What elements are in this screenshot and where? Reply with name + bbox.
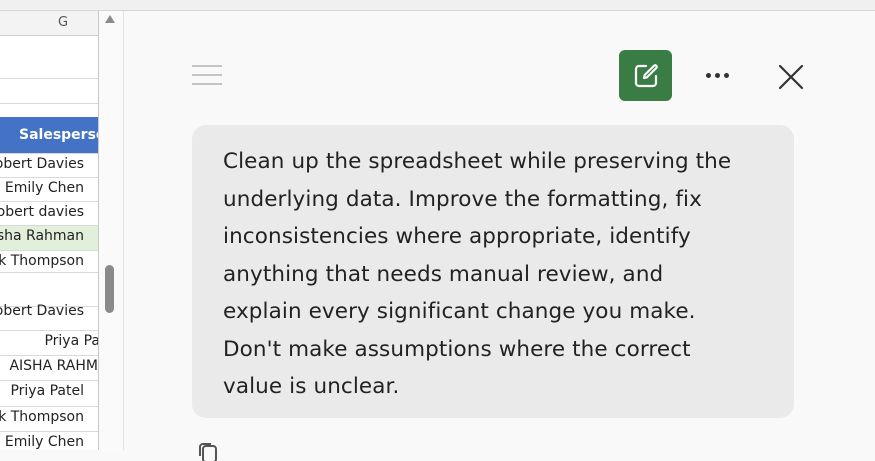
message-line: Don't make assumptions where the correct bbox=[223, 336, 691, 362]
window-top-strip bbox=[0, 0, 875, 11]
message-line: underlying data. Improve the formatting,… bbox=[223, 186, 702, 212]
user-message-bubble: Clean up the spreadsheet while preservin… bbox=[192, 125, 794, 418]
table-row[interactable]: AISHA RAHMAN bbox=[0, 356, 98, 381]
new-chat-icon bbox=[634, 63, 658, 87]
salesperson-cell: AISHA RAHMAN bbox=[9, 358, 98, 374]
table-row[interactable]: Robert davies bbox=[0, 202, 98, 226]
scrollbar-thumb[interactable] bbox=[105, 265, 114, 313]
table-row[interactable]: Mark Thompson bbox=[0, 407, 98, 432]
salesperson-cell: Priya Patel bbox=[10, 383, 84, 399]
spreadsheet-pane: G Salesperson Robert Davies Emily Chen Rob… bbox=[0, 11, 98, 450]
table-row[interactable]: Emily Chen bbox=[0, 432, 98, 450]
salesperson-cell: Priya Patel bbox=[44, 333, 98, 349]
close-icon[interactable] bbox=[776, 62, 806, 92]
salesperson-cell: Emily Chen bbox=[4, 180, 84, 196]
salesperson-header-cell[interactable]: Salesperson bbox=[0, 117, 98, 154]
vertical-scrollbar[interactable] bbox=[99, 11, 124, 450]
table-row[interactable]: Aisha Rahman bbox=[0, 226, 98, 251]
table-row[interactable]: Robert Davies bbox=[0, 303, 98, 331]
salesperson-cell: Robert Davies bbox=[0, 303, 84, 319]
new-chat-button[interactable] bbox=[619, 50, 672, 101]
chat-panel: Clean up the spreadsheet while preservin… bbox=[124, 11, 875, 461]
table-row[interactable] bbox=[0, 273, 98, 307]
message-line: anything that needs manual review, and bbox=[223, 261, 664, 287]
scroll-up-arrow-icon[interactable] bbox=[105, 15, 115, 23]
table-row[interactable]: Priya Patel bbox=[0, 331, 98, 356]
empty-cell[interactable] bbox=[0, 79, 98, 104]
table-row[interactable]: Emily Chen bbox=[0, 178, 98, 202]
message-line: Clean up the spreadsheet while preservin… bbox=[223, 149, 732, 174]
message-line: value is unclear. bbox=[223, 374, 400, 399]
salesperson-cell: Robert Davies bbox=[0, 156, 84, 172]
column-header-g[interactable]: G bbox=[0, 11, 98, 36]
salesperson-cell: Robert davies bbox=[0, 204, 84, 220]
more-options-icon[interactable] bbox=[702, 63, 732, 87]
salesperson-header: Salesperson bbox=[19, 127, 98, 143]
salesperson-cell: Mark Thompson bbox=[0, 409, 84, 425]
table-row[interactable]: Robert Davies bbox=[0, 154, 98, 178]
table-row[interactable]: Priya Patel bbox=[0, 381, 98, 407]
message-line: inconsistencies where appropriate, ident… bbox=[223, 224, 691, 249]
salesperson-cell: Mark Thompson bbox=[0, 253, 84, 269]
column-letter: G bbox=[58, 15, 69, 30]
menu-icon[interactable] bbox=[192, 63, 222, 87]
message-line: explain every significant change you mak… bbox=[223, 299, 696, 324]
copy-icon[interactable] bbox=[197, 442, 219, 461]
table-row[interactable]: Mark Thompson bbox=[0, 251, 98, 273]
empty-cell[interactable] bbox=[0, 36, 98, 79]
salesperson-cell: Aisha Rahman bbox=[0, 228, 84, 244]
salesperson-cell: Emily Chen bbox=[4, 434, 84, 450]
